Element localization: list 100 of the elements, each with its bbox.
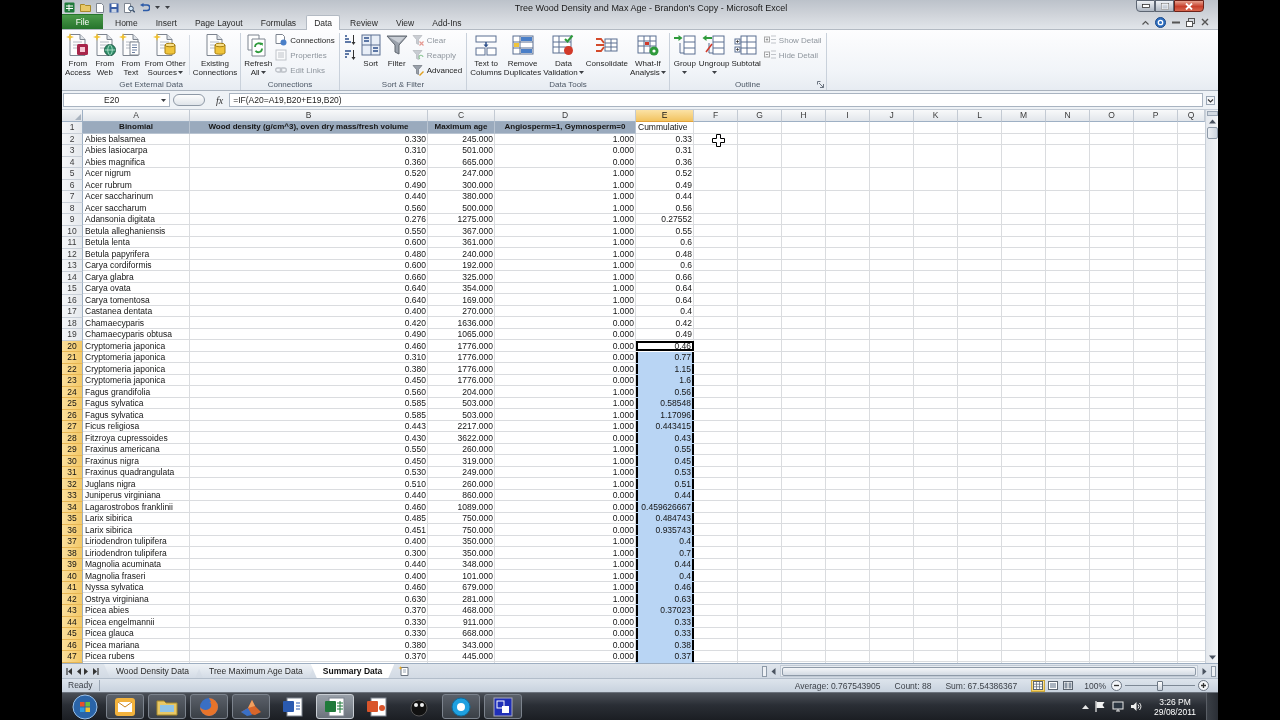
- ribbon-tab[interactable]: Add-Ins: [424, 15, 470, 29]
- speaker-icon[interactable]: [1130, 701, 1143, 712]
- row-header[interactable]: 5: [62, 168, 83, 180]
- split-handle[interactable]: [1211, 665, 1216, 677]
- row-header[interactable]: 29: [62, 444, 83, 456]
- minimize-button[interactable]: [1136, 0, 1155, 12]
- chevron-down-icon[interactable]: [1206, 95, 1215, 105]
- vertical-scrollbar[interactable]: [1205, 110, 1218, 663]
- ribbon-tab[interactable]: Insert: [147, 15, 185, 29]
- row-header[interactable]: 45: [62, 628, 83, 640]
- zoom-in-icon[interactable]: [1198, 680, 1209, 691]
- ribbon-button[interactable]: From Web: [91, 33, 118, 77]
- row-header[interactable]: 47: [62, 651, 83, 663]
- sheet-sparkle-icon[interactable]: [398, 666, 412, 676]
- restore-icon[interactable]: [1186, 17, 1195, 27]
- last-sheet-icon[interactable]: [92, 667, 99, 675]
- first-sheet-icon[interactable]: [66, 667, 73, 675]
- taskbar-button[interactable]: [442, 694, 480, 719]
- split-handle[interactable]: [762, 665, 767, 677]
- document-icon[interactable]: [96, 2, 104, 13]
- row-header[interactable]: 43: [62, 605, 83, 617]
- row-header[interactable]: 33: [62, 490, 83, 502]
- ribbon-tab[interactable]: Formulas: [252, 15, 305, 29]
- ribbon-button[interactable]: From Access: [64, 33, 92, 77]
- view-button[interactable]: [1031, 679, 1046, 692]
- column-header[interactable]: F: [694, 110, 738, 122]
- column-header[interactable]: H: [782, 110, 826, 122]
- row-header[interactable]: 11: [62, 237, 83, 249]
- taskbar-button[interactable]: [484, 694, 522, 719]
- row-header[interactable]: 39: [62, 559, 83, 571]
- row-header[interactable]: 15: [62, 283, 83, 295]
- ribbon-button[interactable]: Ungroup: [697, 33, 731, 74]
- view-button[interactable]: [1046, 679, 1061, 692]
- document-magnifier-icon[interactable]: [124, 2, 135, 13]
- ribbon-tab[interactable]: Home: [107, 15, 146, 29]
- row-header[interactable]: 3: [62, 145, 83, 157]
- ribbon-tab[interactable]: Data: [306, 15, 341, 30]
- maximize-button[interactable]: [1155, 0, 1174, 12]
- scroll-left-icon[interactable]: [770, 666, 777, 676]
- chevron-up-icon[interactable]: [1082, 704, 1090, 709]
- column-header[interactable]: J: [870, 110, 914, 122]
- column-header[interactable]: O: [1090, 110, 1134, 122]
- column-header[interactable]: L: [958, 110, 1002, 122]
- row-header[interactable]: 23: [62, 375, 83, 387]
- ribbon-button[interactable]: Consolidate: [584, 33, 629, 68]
- ribbon-button[interactable]: Refresh All: [243, 33, 274, 77]
- close-icon[interactable]: [1201, 18, 1209, 26]
- formula-field[interactable]: =IF(A20=A19,B20+E19,B20): [229, 93, 1203, 107]
- ribbon-button[interactable]: Existing Connections: [191, 33, 239, 77]
- previous-sheet-icon[interactable]: [76, 667, 81, 675]
- column-header[interactable]: M: [1002, 110, 1046, 122]
- flag-icon[interactable]: [1095, 701, 1107, 712]
- row-header[interactable]: 35: [62, 513, 83, 525]
- taskbar-button[interactable]: [148, 694, 186, 719]
- close-button[interactable]: [1174, 0, 1204, 12]
- chevron-up-icon[interactable]: [1142, 19, 1149, 25]
- start-orb-icon[interactable]: [72, 693, 98, 720]
- minimize-icon[interactable]: [1172, 20, 1180, 24]
- row-header[interactable]: 13: [62, 260, 83, 272]
- row-header[interactable]: 41: [62, 582, 83, 594]
- ribbon-button[interactable]: From Text: [117, 33, 144, 77]
- ribbon-button[interactable]: Data Validation: [542, 33, 585, 77]
- ribbon-tab[interactable]: Page Layout: [186, 15, 251, 29]
- ribbon-button[interactable]: Sort: [357, 33, 384, 68]
- column-header[interactable]: N: [1046, 110, 1090, 122]
- scrollbar-thumb[interactable]: [1206, 127, 1218, 139]
- ribbon-button[interactable]: Text to Columns: [469, 33, 503, 77]
- taskbar-button[interactable]: [106, 694, 144, 719]
- ribbon-button[interactable]: From Other Sources: [143, 33, 187, 77]
- dialog-launcher-icon[interactable]: [816, 81, 824, 88]
- name-box[interactable]: E20: [63, 93, 170, 107]
- network-icon[interactable]: [1112, 701, 1125, 712]
- file-tab[interactable]: File: [62, 14, 103, 29]
- ribbon-tab[interactable]: View: [387, 15, 423, 29]
- undo-icon[interactable]: [140, 3, 150, 12]
- column-header[interactable]: G: [738, 110, 782, 122]
- column-header[interactable]: A: [83, 110, 190, 122]
- zoom-out-icon[interactable]: [1111, 680, 1122, 691]
- ribbon-tab[interactable]: Review: [342, 15, 386, 29]
- spreadsheet-icon[interactable]: [64, 2, 75, 13]
- view-button[interactable]: [1061, 679, 1076, 692]
- ribbon-button[interactable]: [342, 48, 357, 62]
- clock-time[interactable]: 3:26 PM: [1159, 696, 1191, 707]
- row-header[interactable]: 17: [62, 306, 83, 318]
- row-header[interactable]: 25: [62, 398, 83, 410]
- row-header[interactable]: 19: [62, 329, 83, 341]
- ribbon-button[interactable]: Advanced: [410, 63, 464, 77]
- ribbon-button[interactable]: Subtotal: [730, 33, 762, 68]
- column-header[interactable]: I: [826, 110, 870, 122]
- column-header[interactable]: P: [1134, 110, 1178, 122]
- column-header[interactable]: E: [636, 110, 694, 122]
- ribbon-button[interactable]: Remove Duplicates: [502, 33, 543, 77]
- column-header[interactable]: C: [428, 110, 495, 122]
- scroll-up-icon[interactable]: [1207, 117, 1217, 126]
- row-header[interactable]: 21: [62, 352, 83, 364]
- scroll-right-icon[interactable]: [1201, 666, 1208, 676]
- column-header[interactable]: Q: [1178, 110, 1205, 122]
- splitter-handle[interactable]: [173, 94, 205, 106]
- help-icon[interactable]: [1155, 16, 1166, 28]
- slider-thumb[interactable]: [1157, 680, 1163, 691]
